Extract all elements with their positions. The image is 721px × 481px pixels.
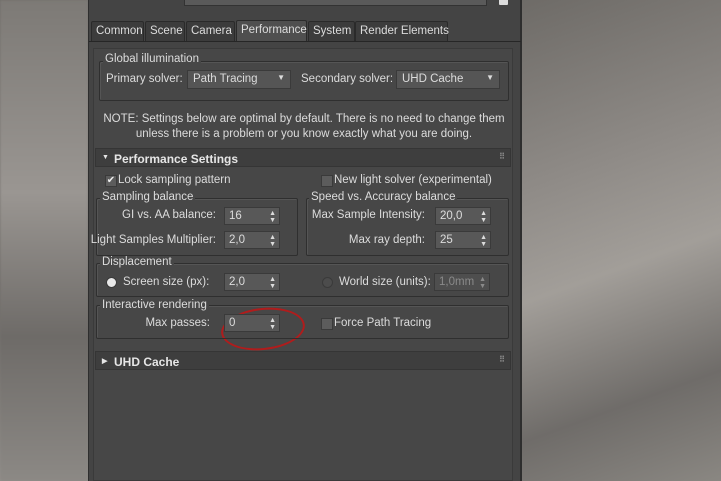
new-light-solver-checkbox[interactable] [321, 175, 333, 187]
spinner-value: 1,0mm [439, 276, 475, 288]
lock-sampling-label: Lock sampling pattern [118, 174, 231, 186]
gi-aa-balance-spinner[interactable]: 16 ▲ ▼ [224, 207, 280, 225]
primary-solver-value: Path Tracing [193, 73, 258, 85]
note-line-1: NOTE: Settings below are optimal by defa… [103, 113, 505, 125]
primary-solver-label: Primary solver: [106, 73, 183, 85]
interactive-rendering-title: Interactive rendering [100, 299, 209, 311]
spinner-arrows-icon[interactable]: ▲ ▼ [269, 274, 276, 290]
secondary-solver-value: UHD Cache [402, 73, 464, 85]
tab-system[interactable]: System [308, 21, 355, 41]
max-sample-intensity-spinner[interactable]: 20,0 ▲ ▼ [435, 207, 491, 225]
secondary-solver-dropdown[interactable]: UHD Cache ▼ [396, 70, 500, 89]
spinner-value: 20,0 [440, 210, 463, 222]
displacement-title: Displacement [100, 256, 174, 268]
speed-accuracy-title: Speed vs. Accuracy balance [309, 191, 458, 203]
spinner-arrows-icon[interactable]: ▲ ▼ [480, 208, 487, 224]
max-sample-intensity-label: Max Sample Intensity: [311, 209, 425, 221]
spinner-value: 16 [229, 210, 242, 222]
gi-aa-balance-label: GI vs. AA balance: [122, 209, 216, 221]
screen-size-spinner[interactable]: 2,0 ▲ ▼ [224, 273, 280, 291]
grip-icon[interactable]: ⠿ [499, 355, 505, 364]
world-size-radio[interactable] [322, 277, 333, 288]
rollout-title: Performance Settings [114, 152, 239, 166]
tab-performance[interactable]: Performance [236, 20, 307, 42]
spinner-value: 2,0 [229, 234, 245, 246]
performance-panel: Global illumination Primary solver: Path… [90, 48, 513, 481]
secondary-solver-label: Secondary solver: [301, 73, 394, 85]
max-passes-label: Max passes: [145, 317, 210, 329]
uhd-cache-rollout[interactable]: ▶ UHD Cache ⠿ [95, 351, 511, 370]
spinner-value: 2,0 [229, 276, 245, 288]
tab-common[interactable]: Common [91, 21, 144, 41]
background-left [0, 0, 88, 481]
max-ray-depth-label: Max ray depth: [348, 234, 425, 246]
new-light-solver-label: New light solver (experimental) [334, 174, 492, 186]
max-passes-spinner[interactable]: 0 ▲ ▼ [224, 314, 280, 332]
lock-sampling-checkbox[interactable]: ✔ [105, 175, 117, 187]
spinner-arrows-icon[interactable]: ▲ ▼ [479, 274, 486, 290]
world-size-spinner[interactable]: 1,0mm ▲ ▼ [434, 273, 490, 291]
sampling-balance-title: Sampling balance [100, 191, 196, 203]
force-path-tracing-checkbox[interactable] [321, 318, 333, 330]
tab-scene[interactable]: Scene [145, 21, 185, 41]
screen-size-radio[interactable] [106, 277, 117, 288]
tab-divider [89, 41, 521, 42]
render-setup-window: Common Scene Camera Performance System R… [88, 0, 522, 481]
screen-size-label: Screen size (px): [123, 276, 210, 288]
spinner-value: 0 [229, 317, 236, 329]
spinner-arrows-icon[interactable]: ▲ ▼ [269, 315, 276, 331]
spinner-value: 25 [440, 234, 453, 246]
expanded-triangle-icon: ▼ [102, 154, 109, 161]
collapsed-triangle-icon: ▶ [102, 358, 108, 365]
rollout-title: UHD Cache [114, 355, 180, 369]
spinner-arrows-icon[interactable]: ▲ ▼ [480, 232, 487, 248]
tab-render-elements[interactable]: Render Elements [355, 21, 449, 41]
primary-solver-dropdown[interactable]: Path Tracing ▼ [187, 70, 291, 89]
world-size-label: World size (units): [339, 276, 431, 288]
preset-field[interactable] [184, 0, 487, 6]
max-ray-depth-spinner[interactable]: 25 ▲ ▼ [435, 231, 491, 249]
spinner-arrows-icon[interactable]: ▲ ▼ [269, 232, 276, 248]
tab-camera[interactable]: Camera [186, 21, 235, 41]
viewport-background [522, 0, 721, 481]
note-line-2: unless there is a problem or you know ex… [135, 128, 473, 140]
light-samples-multiplier-spinner[interactable]: 2,0 ▲ ▼ [224, 231, 280, 249]
spinner-arrows-icon[interactable]: ▲ ▼ [269, 208, 276, 224]
light-samples-multiplier-label: Light Samples Multiplier: [90, 234, 216, 246]
chevron-down-icon: ▼ [486, 73, 494, 82]
lock-icon[interactable] [499, 0, 508, 5]
performance-settings-rollout[interactable]: ▼ Performance Settings ⠿ [95, 148, 511, 167]
force-path-tracing-label: Force Path Tracing [334, 317, 432, 329]
chevron-down-icon: ▼ [277, 73, 285, 82]
global-illumination-title: Global illumination [103, 53, 201, 65]
grip-icon[interactable]: ⠿ [499, 152, 505, 161]
